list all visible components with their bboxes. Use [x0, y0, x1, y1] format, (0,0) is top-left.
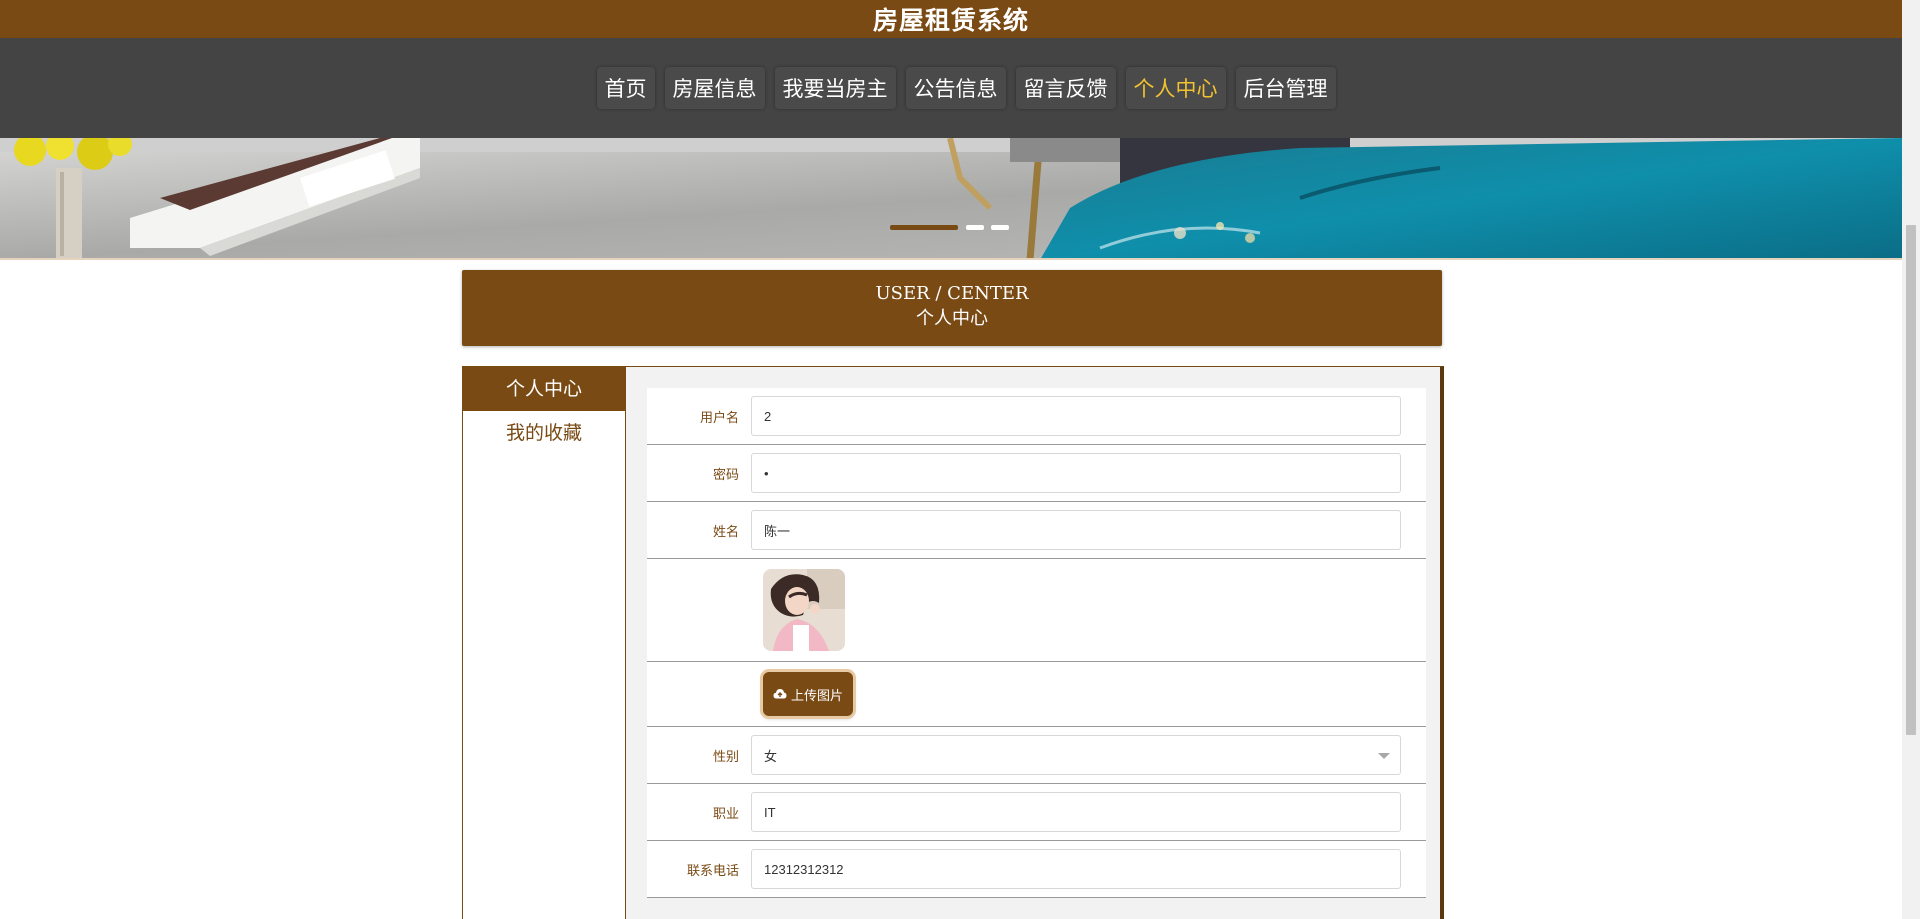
- nav-item-feedback[interactable]: 留言反馈: [1015, 67, 1116, 109]
- name-label: 姓名: [712, 524, 739, 540]
- slide-indicator-1[interactable]: [890, 225, 958, 230]
- app-title: 房屋租赁系统: [872, 6, 1029, 35]
- form-row-name: 姓名 陈一: [647, 502, 1426, 559]
- main-navigation: 首页 房屋信息 我要当房主 公告信息 留言反馈 个人中心 后台管理: [0, 38, 1902, 138]
- avatar-image: [763, 569, 845, 651]
- upload-image-button[interactable]: 上传图片: [763, 672, 854, 716]
- form-row-gender: 性别 女: [647, 727, 1426, 784]
- form-row-username: 用户名 2: [647, 388, 1426, 445]
- section-title-cn: 个人中心: [916, 308, 988, 329]
- nav-item-houses[interactable]: 房屋信息: [664, 67, 765, 109]
- slide-indicator-3[interactable]: [991, 225, 1009, 230]
- page: 房屋租赁系统 首页 房屋信息 我要当房主 公告信息 留言反馈 个人中心 后台管理: [0, 0, 1920, 919]
- sidebar-item-favorites[interactable]: 我的收藏: [463, 411, 625, 455]
- name-input[interactable]: 陈一: [751, 510, 1401, 550]
- form-row-password: 密码 •: [647, 445, 1426, 502]
- password-label: 密码: [712, 467, 739, 483]
- profile-form: 用户名 2 密码 • 姓名 陈一 上传图片 性别 女 职业 IT 联系电话 12…: [647, 388, 1426, 898]
- form-row-upload: 上传图片: [647, 662, 1426, 727]
- nav-item-become-landlord[interactable]: 我要当房主: [774, 67, 896, 109]
- nav-item-home[interactable]: 首页: [596, 67, 655, 109]
- page-scrollbar[interactable]: [1902, 0, 1920, 919]
- upload-button-label: 上传图片: [791, 688, 844, 704]
- username-input[interactable]: 2: [751, 396, 1401, 436]
- gender-select-value: 女: [764, 748, 778, 764]
- chevron-down-icon: [1378, 753, 1390, 759]
- nav-item-admin[interactable]: 后台管理: [1235, 67, 1336, 109]
- username-label: 用户名: [699, 410, 739, 426]
- phone-label: 联系电话: [686, 863, 739, 879]
- gender-label: 性别: [712, 749, 739, 765]
- nav-item-notices[interactable]: 公告信息: [905, 67, 1006, 109]
- cloud-upload-icon: [773, 689, 787, 699]
- phone-input[interactable]: 12312312312: [751, 849, 1401, 889]
- sidebar-item-user-center[interactable]: 个人中心: [463, 367, 625, 411]
- password-input[interactable]: •: [751, 453, 1401, 493]
- section-title-en: USER / CENTER: [875, 283, 1029, 304]
- form-row-avatar: [647, 559, 1426, 662]
- form-row-phone: 联系电话 12312312312: [647, 841, 1426, 898]
- banner-image: [0, 138, 1902, 258]
- section-header: USER / CENTER 个人中心: [462, 270, 1442, 346]
- form-area: 用户名 2 密码 • 姓名 陈一 上传图片 性别 女 职业 IT 联系电话 12…: [626, 367, 1440, 919]
- gender-select[interactable]: 女: [751, 735, 1401, 775]
- nav-item-user-center[interactable]: 个人中心: [1125, 67, 1226, 109]
- job-label: 职业: [712, 806, 739, 822]
- user-center-panel: 个人中心 我的收藏 用户名 2 密码 • 姓名 陈一 上传图片 性别 女 职业 …: [462, 366, 1444, 919]
- nav-list: 首页 房屋信息 我要当房主 公告信息 留言反馈 个人中心 后台管理: [596, 67, 1336, 109]
- top-title-bar: 房屋租赁系统: [0, 0, 1902, 38]
- slide-indicator-2[interactable]: [966, 225, 984, 230]
- banner-carousel: [0, 138, 1902, 260]
- form-row-job: 职业 IT: [647, 784, 1426, 841]
- sidebar: 个人中心 我的收藏: [463, 367, 626, 919]
- job-input[interactable]: IT: [751, 792, 1401, 832]
- scrollbar-thumb[interactable]: [1906, 225, 1916, 735]
